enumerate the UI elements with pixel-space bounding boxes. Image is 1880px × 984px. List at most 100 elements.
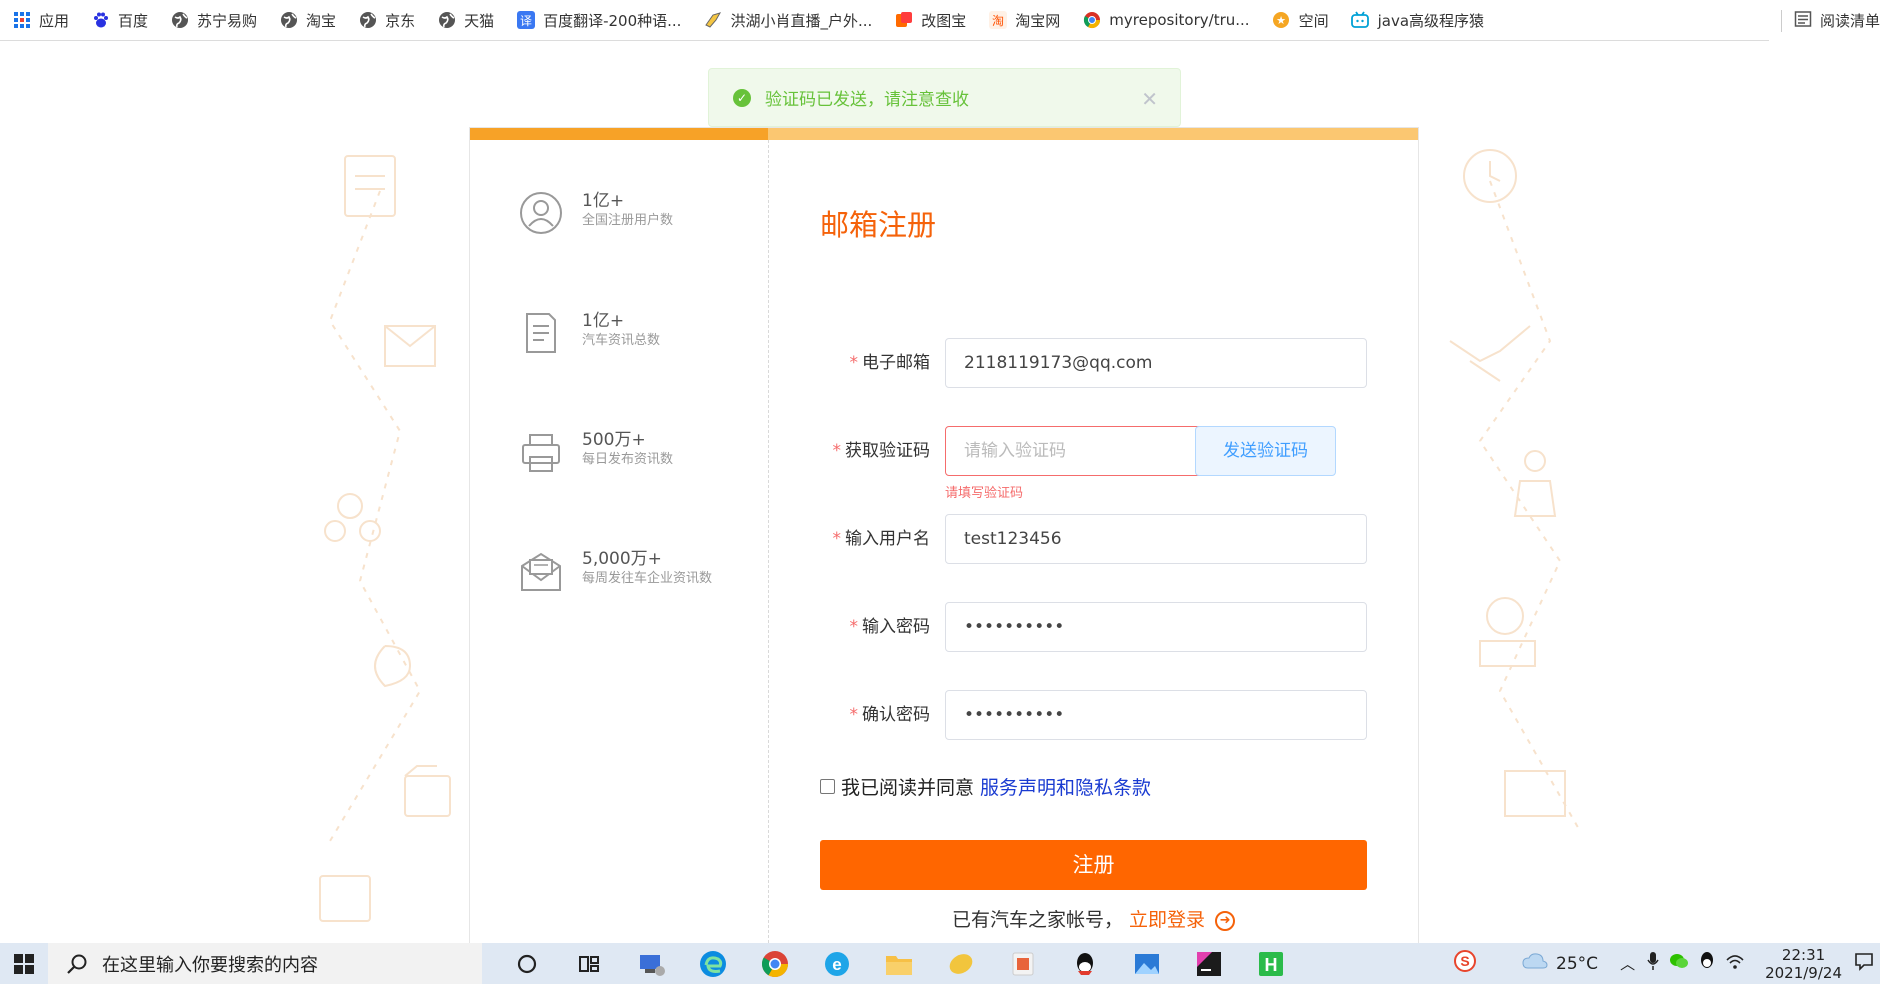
- stats-column: 1亿+ 全国注册用户数 1亿+ 汽车资讯总数 500万+ 每日发布资讯数 5,000万…: [470, 140, 769, 943]
- bookmark-label: 百度翻译-200种语...: [543, 11, 682, 30]
- username-field[interactable]: [945, 514, 1367, 564]
- taskbar-search[interactable]: 在这里输入你要搜索的内容: [48, 943, 482, 984]
- stat-item: 500万+ 每日发布资讯数: [518, 429, 722, 475]
- globe-icon: [279, 11, 298, 30]
- notification-icon[interactable]: [1854, 951, 1874, 976]
- wifi-icon[interactable]: [1725, 952, 1745, 975]
- clock[interactable]: 22:31 2021/9/24: [1765, 946, 1842, 982]
- arrow-right-icon[interactable]: ➜: [1215, 910, 1236, 931]
- bookmarks-bar: 应用 百度 苏宁易购 淘宝 京东 天猫 译百度翻译-200种语... 洪湖小肖直播_户外...…: [0, 0, 1880, 41]
- confirm-label-text: 确认密码: [862, 705, 930, 725]
- toast-message: 验证码已发送，请注意查收: [765, 90, 969, 110]
- accent-bar-left: [470, 128, 768, 140]
- bookmark-item[interactable]: 译百度翻译-200种语...: [516, 10, 681, 31]
- system-tray: S 25°C ︿ 22:31 2021/9/24: [1454, 943, 1880, 984]
- network-app-icon[interactable]: [620, 943, 682, 984]
- success-toast: ✓ 验证码已发送，请注意查收 ✕: [708, 68, 1181, 127]
- microphone-icon[interactable]: [1647, 951, 1659, 976]
- stat-item: 1亿+ 汽车资讯总数: [518, 310, 722, 356]
- login-link[interactable]: 立即登录: [1129, 909, 1205, 931]
- reading-list-icon: [1794, 10, 1812, 32]
- svg-text:H: H: [1265, 955, 1278, 975]
- code-row: *获取验证码 发送验证码 请填写验证码: [820, 426, 1380, 501]
- bookmark-item[interactable]: 应用: [12, 10, 69, 31]
- confirm-password-field[interactable]: [945, 690, 1367, 740]
- password-row: * 输入密码: [820, 602, 1380, 652]
- photos-icon[interactable]: [1116, 943, 1178, 984]
- bookmark-item[interactable]: 淘淘宝网: [988, 10, 1060, 31]
- weather-cloud-icon[interactable]: [1522, 952, 1548, 975]
- start-button[interactable]: [0, 943, 48, 984]
- form-title: 邮箱注册: [820, 208, 937, 242]
- password-label-text: 输入密码: [862, 617, 930, 637]
- password-field[interactable]: [945, 602, 1367, 652]
- verification-code-input[interactable]: [945, 426, 1203, 476]
- bookmark-label: 应用: [39, 11, 70, 30]
- search-placeholder: 在这里输入你要搜索的内容: [102, 954, 318, 976]
- svg-text:★: ★: [1276, 14, 1286, 27]
- folder-icon[interactable]: [868, 943, 930, 984]
- cortana-icon[interactable]: [496, 943, 558, 984]
- app-lemon-icon[interactable]: [930, 943, 992, 984]
- bookmark-item[interactable]: 洪湖小肖直播_户外...: [703, 10, 872, 31]
- qq-icon[interactable]: [1054, 943, 1116, 984]
- accent-bar-right: [768, 128, 1418, 140]
- bookmark-item[interactable]: 淘宝: [279, 10, 336, 31]
- bookmark-label: myrepository/tru...: [1109, 11, 1250, 29]
- chevron-up-icon[interactable]: ︿: [1620, 953, 1635, 974]
- terms-link[interactable]: 服务声明和隐私条款: [980, 773, 1151, 800]
- bookmark-label: 百度: [118, 11, 149, 30]
- login-prompt-text: 已有汽车之家帐号，: [951, 909, 1123, 931]
- code-label: * 获取验证码: [820, 426, 931, 476]
- bookmark-label: java高级程序猿: [1377, 11, 1485, 30]
- svg-text:译: 译: [520, 14, 532, 28]
- edge-icon[interactable]: [682, 943, 744, 984]
- bookmark-item[interactable]: 改图宝: [894, 10, 966, 31]
- bookmark-label: 洪湖小肖直播_户外...: [730, 11, 873, 30]
- stat-item: 1亿+ 全国注册用户数: [518, 190, 722, 236]
- taskbar-apps: e H: [496, 943, 1302, 984]
- stat-number: 500万+: [582, 430, 646, 450]
- ie-icon[interactable]: e: [806, 943, 868, 984]
- wechat-icon[interactable]: [1669, 952, 1689, 975]
- confirm-password-row: * 确认密码: [820, 690, 1380, 740]
- password-label: * 输入密码: [820, 602, 931, 652]
- agree-checkbox[interactable]: [820, 779, 835, 794]
- qq-tray-icon[interactable]: [1699, 951, 1715, 976]
- register-button[interactable]: 注册: [820, 840, 1367, 890]
- bookmark-item[interactable]: myrepository/tru...: [1082, 11, 1250, 30]
- bookmark-item[interactable]: 天猫: [437, 10, 494, 31]
- task-view-icon[interactable]: [558, 943, 620, 984]
- close-icon[interactable]: ✕: [1141, 87, 1158, 111]
- bookmark-item[interactable]: 苏宁易购: [170, 10, 257, 31]
- sogou-icon[interactable]: S: [1454, 950, 1477, 977]
- bookmark-item[interactable]: java高级程序猿: [1351, 10, 1484, 31]
- presentation-app-icon[interactable]: [992, 943, 1054, 984]
- send-code-button[interactable]: 发送验证码: [1195, 426, 1336, 476]
- chrome-like-icon: [1082, 11, 1101, 30]
- stat-desc: 汽车资讯总数: [582, 333, 661, 348]
- email-label-text: 电子邮箱: [862, 353, 930, 373]
- bookmark-item[interactable]: 京东: [358, 10, 415, 31]
- globe-icon: [437, 11, 456, 30]
- jetbrains-icon[interactable]: [1178, 943, 1240, 984]
- search-icon: [67, 954, 87, 974]
- email-field[interactable]: [945, 338, 1367, 388]
- bookmark-item[interactable]: ★ 空间: [1272, 10, 1329, 31]
- divider: [1780, 9, 1782, 32]
- hbuilder-icon[interactable]: H: [1240, 943, 1302, 984]
- taskbar: 在这里输入你要搜索的内容 e H S 25°C ︿ 22:31 2021/9/2…: [0, 943, 1880, 984]
- username-label: * 输入用户名: [820, 514, 931, 564]
- reading-list[interactable]: 阅读清单: [1768, 0, 1880, 41]
- chrome-icon[interactable]: [744, 943, 806, 984]
- clock-time: 22:31: [1781, 945, 1826, 964]
- required-mark: *: [832, 529, 842, 549]
- svg-text:S: S: [1460, 953, 1469, 969]
- bookmark-item[interactable]: 百度: [91, 10, 148, 31]
- username-label-text: 输入用户名: [845, 529, 930, 549]
- gaitubao-icon: [894, 11, 913, 30]
- agree-text: 我已阅读并同意: [841, 777, 975, 799]
- bookmark-label: 淘宝: [306, 11, 337, 30]
- stat-number: 1亿+: [582, 191, 625, 211]
- confirm-password-label: * 确认密码: [820, 690, 931, 740]
